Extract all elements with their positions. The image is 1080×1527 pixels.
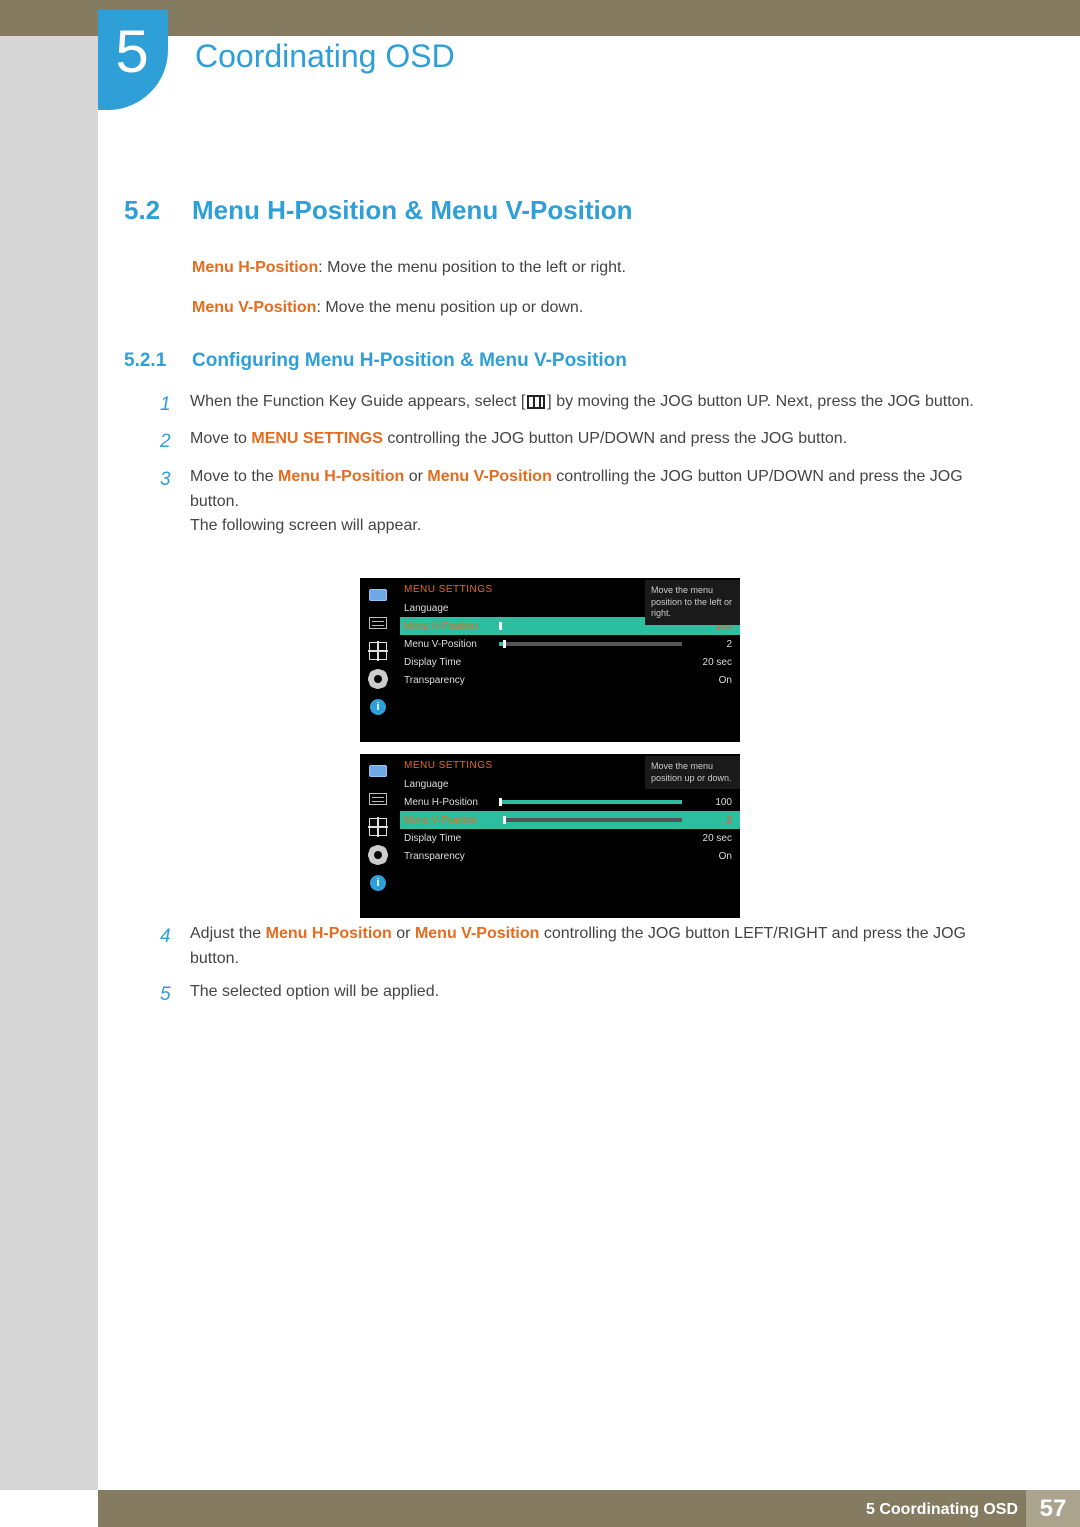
gear-icon <box>367 670 389 688</box>
desc-h-text: : Move the menu position to the left or … <box>318 259 626 276</box>
step-text: The selected option will be applied. <box>190 980 1010 1005</box>
slider <box>499 642 682 646</box>
osd-row-display-time: Display Time 20 sec <box>400 829 740 847</box>
monitor-icon <box>367 586 389 604</box>
list-icon <box>367 614 389 632</box>
slider <box>499 800 682 804</box>
subsection-number: 5.2.1 <box>124 350 166 372</box>
move-icon <box>367 642 389 660</box>
footer-chapter-ref: 5 Coordinating OSD <box>866 1501 1018 1519</box>
osd-nav-sidebar: i <box>360 754 396 918</box>
step-2: 2 Move to MENU SETTINGS controlling the … <box>160 427 1010 456</box>
step-number: 4 <box>160 922 190 951</box>
step-text: Move to MENU SETTINGS controlling the JO… <box>190 427 1010 452</box>
osd-row-transparency: Transparency On <box>400 671 740 689</box>
step-number: 2 <box>160 427 190 456</box>
osd-row-transparency: Transparency On <box>400 847 740 865</box>
step-number: 3 <box>160 465 190 494</box>
step-number: 5 <box>160 980 190 1009</box>
chapter-title: Coordinating OSD <box>195 38 455 75</box>
info-icon: i <box>367 874 389 892</box>
section-number: 5.2 <box>124 195 160 226</box>
subsection-title: Configuring Menu H-Position & Menu V-Pos… <box>192 350 627 372</box>
menu-icon <box>527 395 545 409</box>
osd-nav-sidebar: i <box>360 578 396 742</box>
step-3: 3 Move to the Menu H-Position or Menu V-… <box>160 465 1010 539</box>
move-icon <box>367 818 389 836</box>
desc-v-position: Menu V-Position: Move the menu position … <box>192 296 1010 320</box>
monitor-icon <box>367 762 389 780</box>
footer-page-number: 57 <box>1026 1490 1080 1527</box>
desc-h-label: Menu H-Position <box>192 259 318 276</box>
list-icon <box>367 790 389 808</box>
osd-row-hposition: Menu H-Position 100 <box>400 793 740 811</box>
gear-icon <box>367 846 389 864</box>
step-4: 4 Adjust the Menu H-Position or Menu V-P… <box>160 922 1010 972</box>
step-text: Adjust the Menu H-Position or Menu V-Pos… <box>190 922 1010 972</box>
osd-tooltip-v: Move the menu position up or down. <box>645 756 740 789</box>
step-number: 1 <box>160 390 190 419</box>
osd-row-vposition: Menu V-Position 2 <box>400 635 740 653</box>
steps-before-screenshot: 1 When the Function Key Guide appears, s… <box>160 390 1010 547</box>
chapter-badge: 5 <box>98 10 168 110</box>
slider <box>499 818 682 822</box>
step-text: When the Function Key Guide appears, sel… <box>190 390 1010 415</box>
step-5: 5 The selected option will be applied. <box>160 980 1010 1009</box>
osd-row-display-time: Display Time 20 sec <box>400 653 740 671</box>
osd-tooltip-h: Move the menu position to the left or ri… <box>645 580 740 625</box>
section-title: Menu H-Position & Menu V-Position <box>192 195 633 226</box>
steps-after-screenshot: 4 Adjust the Menu H-Position or Menu V-P… <box>160 922 1010 1017</box>
desc-h-position: Menu H-Position: Move the menu position … <box>192 256 1010 280</box>
chapter-number: 5 <box>115 17 148 86</box>
osd-row-vposition-selected: Menu V-Position 2 <box>400 811 740 829</box>
step-text: Move to the Menu H-Position or Menu V-Po… <box>190 465 1010 539</box>
side-margin <box>0 36 98 1490</box>
desc-v-text: : Move the menu position up or down. <box>316 299 583 316</box>
info-icon: i <box>367 698 389 716</box>
step-1: 1 When the Function Key Guide appears, s… <box>160 390 1010 419</box>
desc-v-label: Menu V-Position <box>192 299 316 316</box>
